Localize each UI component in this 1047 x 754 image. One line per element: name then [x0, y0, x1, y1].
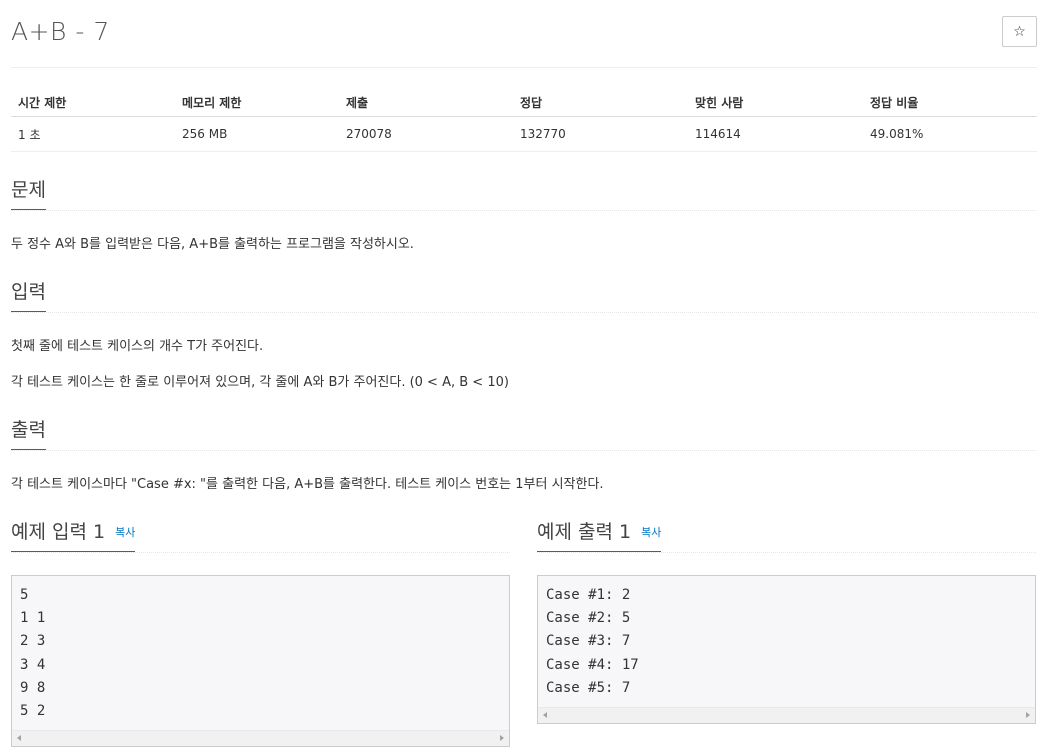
input-description-line2: 각 테스트 케이스는 한 줄로 이루어져 있으며, 각 줄에 A와 B가 주어진… — [11, 375, 509, 390]
sample-input-line: 5 — [20, 587, 29, 603]
memory-limit-header: 메모리 제한 — [175, 88, 339, 117]
accepted-value: 132770 — [513, 116, 688, 152]
sample-input-scrollbar[interactable] — [12, 730, 509, 746]
sample-input-line: 9 8 — [20, 679, 46, 696]
scroll-left-icon[interactable] — [17, 735, 21, 741]
problem-description: 두 정수 A와 B를 입력받은 다음, A+B를 출력하는 프로그램을 작성하시… — [11, 237, 414, 252]
sample-input-heading-text: 예제 입력 1 — [11, 521, 106, 543]
sample-input-line: 5 2 — [20, 703, 46, 720]
copy-sample-output-button[interactable]: 복사 — [641, 526, 661, 539]
sample-output-heading-text: 예제 출력 1 — [537, 521, 632, 543]
input-heading: 입력 — [11, 280, 46, 312]
sample-input-code: 5 1 1 2 3 3 4 9 8 5 2 — [12, 576, 509, 723]
problem-headline: 문제 — [11, 178, 1037, 211]
problem-section: 문제 두 정수 A와 B를 입력받은 다음, A+B를 출력하는 프로그램을 작… — [11, 178, 1037, 252]
sample-output-code: Case #1: 2 Case #2: 5 Case #3: 7 Case #4: 1… — [538, 576, 1035, 700]
sample-output-line: Case #2: 5 — [546, 610, 631, 627]
output-description: 각 테스트 케이스마다 "Case #x: "를 출력한 다음, A+B를 출력… — [11, 477, 604, 492]
info-value-row: 1 초 256 MB 270078 132770 114614 49.081% — [11, 116, 1037, 152]
output-headline: 출력 — [11, 418, 1037, 451]
sample-output-line: Case #4: 17 — [546, 656, 639, 673]
sample-input-line: 3 4 — [20, 656, 46, 673]
output-heading: 출력 — [11, 418, 46, 450]
sample-output-section: 예제 출력 1 복사 Case #1: 2 Case #2: 5 Case #3: … — [537, 520, 1036, 724]
sample-output-headline: 예제 출력 1 복사 — [537, 520, 1036, 553]
input-section: 입력 첫째 줄에 테스트 케이스의 개수 T가 주어진다. 각 테스트 케이스는… — [11, 280, 1037, 390]
sample-output-scrollbar[interactable] — [538, 707, 1035, 723]
title-row: A+B - 7 ☆ — [11, 0, 1037, 68]
copy-sample-input-button[interactable]: 복사 — [115, 526, 135, 539]
submissions-value: 270078 — [339, 116, 513, 152]
output-section: 출력 각 테스트 케이스마다 "Case #x: "를 출력한 다음, A+B를… — [11, 418, 1037, 492]
scroll-right-icon[interactable] — [500, 735, 504, 741]
problem-heading: 문제 — [11, 178, 46, 210]
star-icon: ☆ — [1013, 23, 1026, 40]
scroll-right-icon[interactable] — [1026, 712, 1030, 718]
ratio-value: 49.081% — [863, 116, 1037, 152]
sample-input-line: 1 1 — [20, 610, 46, 627]
sample-output-line: Case #3: 7 — [546, 633, 631, 650]
sample-input-headline: 예제 입력 1 복사 — [11, 520, 510, 553]
accepted-header: 정답 — [513, 88, 688, 117]
solvers-value: 114614 — [688, 116, 863, 152]
input-headline: 입력 — [11, 280, 1037, 313]
info-header-row: 시간 제한 메모리 제한 제출 정답 맞힌 사람 정답 비율 — [11, 88, 1037, 117]
submissions-header: 제출 — [339, 88, 513, 117]
sample-input-section: 예제 입력 1 복사 5 1 1 2 3 3 4 9 8 5 2 — [11, 520, 510, 747]
time-limit-header: 시간 제한 — [11, 88, 175, 117]
sample-output-box: Case #1: 2 Case #2: 5 Case #3: 7 Case #4: 1… — [537, 575, 1036, 724]
sample-output-line: Case #1: 2 — [546, 587, 631, 603]
star-button[interactable]: ☆ — [1002, 16, 1037, 47]
scroll-left-icon[interactable] — [543, 712, 547, 718]
sample-input-heading: 예제 입력 1 복사 — [11, 520, 136, 552]
sample-input-line: 2 3 — [20, 633, 46, 650]
problem-info-table: 시간 제한 메모리 제한 제출 정답 맞힌 사람 정답 비율 1 초 256 M… — [11, 88, 1037, 152]
memory-limit-value: 256 MB — [175, 116, 339, 152]
time-limit-value: 1 초 — [11, 116, 175, 152]
problem-page: A+B - 7 ☆ 시간 제한 메모리 제한 제출 정답 맞힌 사람 정답 비율… — [11, 0, 1037, 747]
input-description-line1: 첫째 줄에 테스트 케이스의 개수 T가 주어진다. — [11, 339, 264, 354]
sample-input-box: 5 1 1 2 3 3 4 9 8 5 2 — [11, 575, 510, 747]
solvers-header: 맞힌 사람 — [688, 88, 863, 117]
page-title: A+B - 7 — [11, 17, 110, 46]
ratio-header: 정답 비율 — [863, 88, 1037, 117]
sample-output-heading: 예제 출력 1 복사 — [537, 520, 662, 552]
sample-output-line: Case #5: 7 — [546, 679, 631, 696]
